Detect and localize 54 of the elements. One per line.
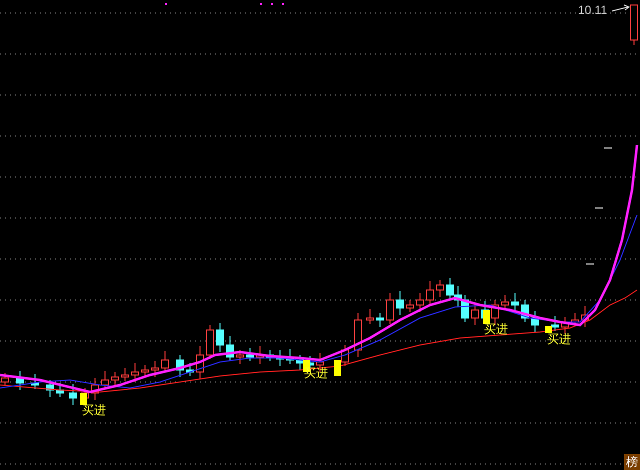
candlestick — [416, 292, 424, 312]
candlestick — [286, 348, 294, 364]
candlestick — [69, 384, 77, 406]
candlestick — [206, 324, 214, 360]
signal-marker — [483, 310, 490, 324]
candlestick — [436, 280, 444, 298]
signal-label: 买进 — [82, 403, 106, 417]
candlestick — [16, 370, 24, 390]
candlestick — [521, 300, 529, 322]
candlestick — [101, 370, 109, 390]
candlestick — [121, 368, 129, 382]
candlestick — [266, 350, 274, 362]
candlestick — [276, 350, 284, 366]
corner-badge: 榜 — [624, 454, 640, 470]
candlestick — [236, 350, 244, 364]
candlestick — [131, 362, 139, 382]
candlestick — [386, 292, 394, 324]
candlestick — [141, 364, 149, 376]
candlestick — [531, 310, 539, 332]
candlestick — [161, 350, 169, 372]
candlestick — [511, 292, 519, 312]
candlestick — [176, 354, 184, 378]
pointer-arrow-icon — [612, 4, 630, 12]
candlestick — [246, 348, 254, 362]
candlestick — [581, 306, 589, 328]
signal-marker — [334, 360, 341, 376]
price-label: 10.11 — [578, 3, 608, 17]
candlestick — [151, 360, 159, 378]
signal-label: 买进 — [304, 366, 328, 380]
candlestick — [196, 346, 204, 380]
candlestick — [376, 312, 384, 328]
candlestick — [226, 336, 234, 362]
candlestick — [366, 308, 374, 324]
signal-label: 买进 — [547, 332, 571, 346]
candlestick — [46, 380, 54, 398]
candlestick — [354, 312, 362, 358]
candlestick — [396, 290, 404, 316]
candlestick — [341, 344, 349, 366]
candlestick — [186, 362, 194, 376]
signal-marker — [80, 393, 87, 405]
candlestick — [256, 346, 264, 364]
signal-label: 买进 — [484, 322, 508, 336]
candlestick — [111, 372, 119, 388]
candlestick — [426, 280, 434, 304]
candlestick — [406, 300, 414, 312]
candlestick — [501, 294, 509, 310]
candlestick — [91, 378, 99, 400]
candlestick — [561, 316, 569, 334]
candlestick — [56, 382, 64, 398]
signal-marker — [545, 326, 552, 333]
candlestick — [551, 316, 559, 332]
candlestick — [216, 322, 224, 352]
candlestick — [471, 302, 479, 326]
candlestick — [31, 374, 39, 390]
